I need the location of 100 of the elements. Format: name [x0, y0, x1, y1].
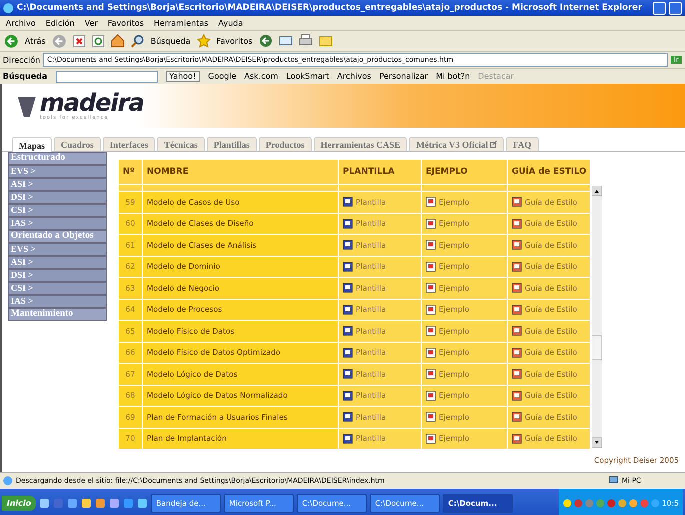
menu-item[interactable]: Herramientas — [154, 18, 209, 28]
tab[interactable]: Interfaces — [102, 137, 156, 151]
document-icon[interactable] — [343, 348, 353, 358]
sidebar-link[interactable]: EVS > — [8, 243, 107, 256]
document-icon[interactable] — [343, 326, 353, 336]
toolbar-link[interactable]: Personalizar — [379, 72, 428, 81]
search-button[interactable]: Búsqueda — [150, 36, 191, 46]
slide-icon[interactable] — [512, 412, 522, 422]
home-icon[interactable] — [110, 34, 125, 48]
slide-icon[interactable] — [512, 434, 522, 444]
quick-launch-icon[interactable] — [95, 498, 106, 509]
toolbar-link[interactable]: Archivos — [337, 72, 372, 81]
sidebar-heading: Estructurado — [8, 152, 107, 165]
tab[interactable]: Técnicas — [157, 137, 205, 151]
slide-icon[interactable] — [512, 197, 522, 208]
menu-item[interactable]: Favoritos — [108, 18, 144, 28]
tab[interactable]: FAQ — [506, 137, 539, 151]
slide-icon[interactable] — [512, 304, 522, 315]
sidebar-heading: Mantenimiento — [8, 308, 107, 321]
tab[interactable]: Plantillas — [206, 137, 257, 151]
stop-icon[interactable] — [72, 34, 86, 48]
document-icon[interactable] — [343, 369, 353, 380]
quick-launch-icon[interactable] — [67, 498, 78, 509]
sidebar-link[interactable]: ASI > — [8, 256, 107, 269]
sidebar-link[interactable]: IAS > — [8, 295, 107, 308]
start-button[interactable]: Inicio — [2, 496, 36, 511]
sidebar-link[interactable]: DSI > — [8, 191, 107, 204]
slide-icon[interactable] — [512, 348, 522, 358]
menu-item[interactable]: Ver — [84, 18, 98, 28]
quick-launch-icon[interactable] — [81, 498, 92, 509]
toolbar-link[interactable]: Google — [208, 72, 237, 81]
quick-launch-icon[interactable] — [137, 498, 148, 509]
pdf-icon[interactable] — [426, 348, 436, 358]
slide-icon[interactable] — [512, 283, 522, 294]
pdf-icon[interactable] — [426, 218, 436, 229]
refresh-icon[interactable] — [92, 34, 105, 48]
search-field[interactable] — [56, 70, 158, 82]
sidebar-link[interactable]: ASI > — [8, 178, 107, 191]
pdf-icon[interactable] — [426, 390, 436, 401]
pdf-icon[interactable] — [426, 326, 436, 336]
document-icon[interactable] — [343, 434, 353, 444]
history-icon[interactable] — [258, 34, 273, 48]
tab[interactable]: Cuadros — [54, 137, 101, 151]
slide-icon[interactable] — [512, 240, 522, 250]
search-icon[interactable] — [130, 34, 145, 48]
document-icon[interactable] — [343, 218, 353, 229]
slide-icon[interactable] — [512, 326, 522, 336]
pdf-icon[interactable] — [426, 304, 436, 315]
window-title: C:\Documents and Settings\Borja\Escritorio\MADEIRA\DEISER\productos_entregables\atajo_productos - Microsoft Internet Explorer — [17, 3, 644, 13]
browser-icon — [3, 2, 14, 14]
sidebar-link[interactable]: EVS > — [8, 165, 107, 178]
sidebar-link[interactable]: CSI > — [8, 282, 107, 295]
printer-icon[interactable] — [298, 34, 313, 48]
pdf-icon[interactable] — [426, 412, 436, 422]
slide-icon[interactable] — [512, 262, 522, 272]
sidebar-link[interactable]: IAS > — [8, 217, 107, 230]
document-icon[interactable] — [343, 262, 353, 272]
pdf-icon[interactable] — [426, 197, 436, 208]
column-header: GUÍA de ESTILO — [508, 160, 590, 184]
document-icon[interactable] — [343, 304, 353, 315]
tab[interactable]: Métrica V3 Oficial — [409, 137, 504, 151]
favorites-button[interactable]: Favoritos — [216, 36, 253, 46]
toolbar-link[interactable]: Ask.com — [244, 72, 278, 81]
menu-item[interactable]: Ayuda — [218, 18, 244, 28]
column-header: NOMBRE — [143, 160, 338, 184]
document-icon[interactable] — [343, 197, 353, 208]
toolbar-link[interactable]: Mi bot?n — [436, 72, 470, 81]
star-icon[interactable] — [196, 34, 211, 48]
pdf-icon[interactable] — [426, 262, 436, 272]
slide-icon[interactable] — [512, 218, 522, 229]
document-icon[interactable] — [343, 283, 353, 294]
slide-icon[interactable] — [512, 369, 522, 380]
sidebar-link[interactable]: DSI > — [8, 269, 107, 282]
menu-item[interactable]: Edición — [46, 18, 75, 28]
document-icon[interactable] — [343, 412, 353, 422]
computer-icon — [609, 476, 619, 486]
pdf-icon[interactable] — [426, 434, 436, 444]
pdf-icon[interactable] — [426, 240, 436, 250]
back-icon[interactable] — [4, 34, 19, 48]
document-icon[interactable] — [343, 240, 353, 250]
tab[interactable]: Herramientas CASE — [314, 137, 408, 151]
document-icon[interactable] — [343, 390, 353, 401]
minimize-button[interactable] — [653, 2, 666, 14]
pdf-icon[interactable] — [426, 283, 436, 294]
scrollbar[interactable] — [592, 186, 602, 448]
address-label: Dirección — [3, 56, 40, 64]
sidebar-link[interactable]: CSI > — [8, 204, 107, 217]
column-header: PLANTILLA — [339, 160, 421, 184]
toolbar-link[interactable]: LookSmart — [286, 72, 330, 81]
tab[interactable]: Productos — [258, 137, 312, 151]
back-button[interactable]: Atrás — [25, 36, 46, 46]
engine-dropdown[interactable]: Yahoo! — [166, 71, 200, 82]
pdf-icon[interactable] — [426, 369, 436, 380]
maximize-button[interactable] — [669, 2, 682, 14]
search-toolbar-label: Búsqueda — [3, 72, 48, 81]
column-header: Nº — [119, 160, 142, 184]
quick-launch-icon[interactable] — [109, 498, 120, 509]
quick-launch-icon[interactable] — [39, 498, 50, 509]
slide-icon[interactable] — [512, 390, 522, 401]
menu-item[interactable]: Archivo — [6, 18, 36, 28]
